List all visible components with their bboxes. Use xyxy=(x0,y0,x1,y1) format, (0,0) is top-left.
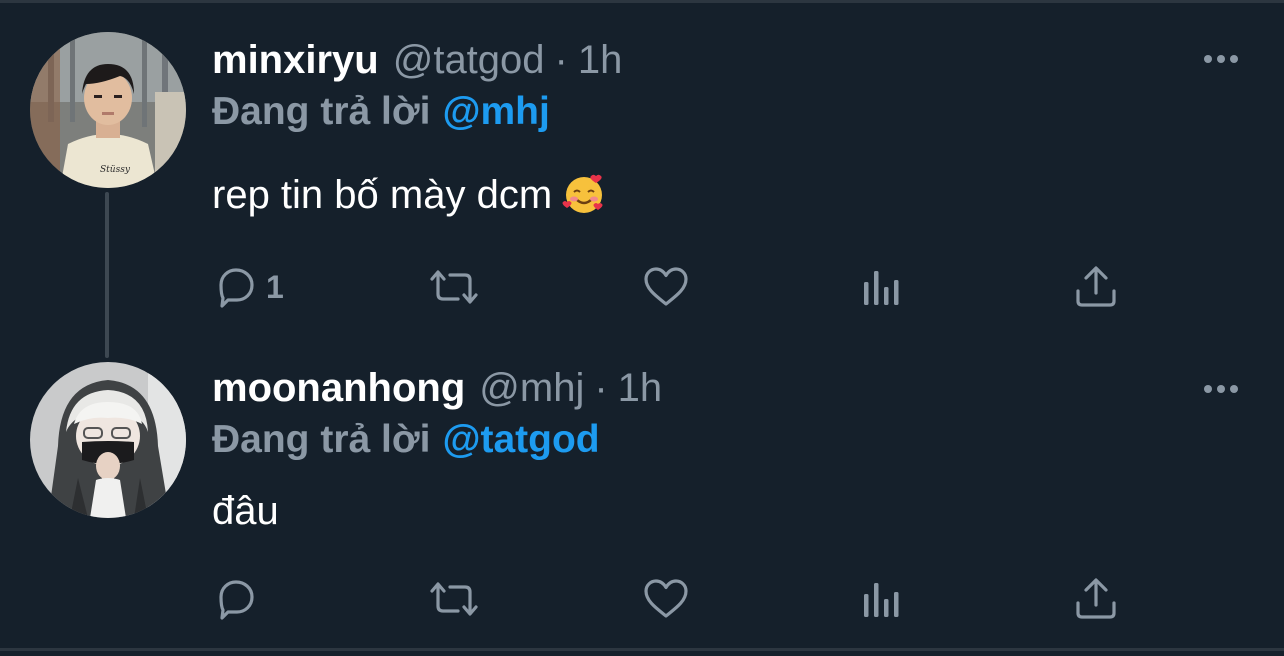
more-dot xyxy=(1204,55,1212,63)
user-handle[interactable]: @mhj xyxy=(479,364,584,412)
separator-dot: · xyxy=(554,38,568,82)
tweet-actions xyxy=(0,574,1284,624)
tweet-text-content: đâu xyxy=(212,489,279,533)
user-handle[interactable]: @tatgod xyxy=(393,36,545,84)
reply-count: 1 xyxy=(266,268,284,305)
tweet-text: rep tin bố mày dcm xyxy=(212,170,606,220)
reply-button[interactable]: 1 xyxy=(212,262,284,312)
analytics-icon xyxy=(864,583,899,617)
avatar[interactable] xyxy=(30,362,186,518)
analytics-icon xyxy=(864,271,899,305)
display-name[interactable]: moonanhong xyxy=(212,364,465,412)
replying-to: Đang trả lời @mhj xyxy=(212,88,550,136)
timestamp[interactable]: 1h xyxy=(618,364,663,412)
tweet-text: đâu xyxy=(212,486,279,536)
tweet-header: moonanhong @mhj · 1h xyxy=(212,364,662,412)
replying-to-label: Đang trả lời xyxy=(212,418,431,461)
retweet-button[interactable] xyxy=(426,574,488,624)
display-name[interactable]: minxiryu xyxy=(212,36,379,84)
analytics-button[interactable] xyxy=(858,262,906,312)
separator-dot: · xyxy=(594,366,608,410)
tweet-actions: 1 xyxy=(0,262,1284,312)
avatar-photo: Stüssy xyxy=(30,32,186,188)
replying-to: Đang trả lời @tatgod xyxy=(212,416,600,464)
analytics-button[interactable] xyxy=(858,574,906,624)
like-button[interactable] xyxy=(642,574,696,624)
smiling-face-with-hearts-icon xyxy=(562,175,603,214)
timestamp[interactable]: 1h xyxy=(578,36,623,84)
reply-icon xyxy=(219,580,254,620)
heart-icon xyxy=(644,267,688,306)
more-dot xyxy=(1230,385,1238,393)
bottom-divider xyxy=(0,648,1284,651)
avatar-photo xyxy=(30,362,186,518)
more-dot xyxy=(1204,385,1212,393)
heart-icon xyxy=(644,579,688,618)
share-icon xyxy=(1076,578,1116,619)
more-dot xyxy=(1217,55,1225,63)
share-icon xyxy=(1076,266,1116,307)
tweet[interactable]: moonanhong @mhj · 1h Đang trả lời @tatgod… xyxy=(0,340,1284,648)
more-dot xyxy=(1217,385,1225,393)
retweet-icon xyxy=(430,270,478,304)
share-button[interactable] xyxy=(1072,262,1120,312)
replying-to-label: Đang trả lời xyxy=(212,90,431,133)
reply-button[interactable] xyxy=(212,574,266,624)
avatar[interactable]: Stüssy xyxy=(30,32,186,188)
retweet-button[interactable] xyxy=(426,262,488,312)
reply-mention-link[interactable]: @mhj xyxy=(442,90,549,133)
tweet-text-content: rep tin bố mày dcm xyxy=(212,173,553,217)
svg-text:Stüssy: Stüssy xyxy=(100,165,131,175)
reply-mention-link[interactable]: @tatgod xyxy=(442,418,599,461)
tweet-header: minxiryu @tatgod · 1h xyxy=(212,36,622,84)
tweet-thread: Stüssy minxiryu @tatgod · 1h Đang trả lờ… xyxy=(0,0,1284,656)
share-button[interactable] xyxy=(1072,574,1120,624)
tweet[interactable]: Stüssy minxiryu @tatgod · 1h Đang trả lờ… xyxy=(0,0,1284,340)
more-options-button[interactable] xyxy=(1196,374,1246,404)
like-button[interactable] xyxy=(642,262,696,312)
more-options-button[interactable] xyxy=(1196,44,1246,74)
more-dot xyxy=(1230,55,1238,63)
reply-icon xyxy=(219,268,254,308)
retweet-icon xyxy=(430,582,478,616)
